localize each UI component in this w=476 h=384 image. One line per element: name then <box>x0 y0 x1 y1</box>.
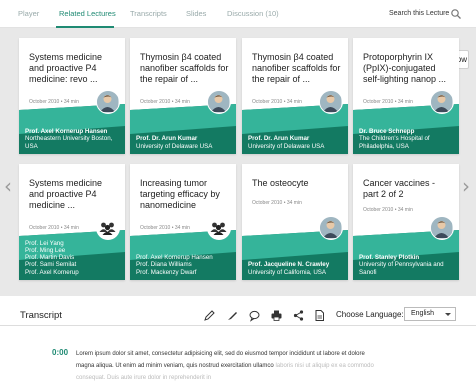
speaker-affiliation: University of Delaware USA <box>136 142 213 150</box>
lecture-card[interactable]: Thymosin β4 coated nanofiber scaffolds f… <box>130 38 236 154</box>
tab-transcripts[interactable]: Transcripts <box>130 9 167 18</box>
speaker-name[interactable]: Prof. Stanley Plotkin <box>359 254 455 261</box>
lecture-duration: 34 min <box>286 200 302 206</box>
share-icon[interactable] <box>292 309 305 322</box>
speaker-name[interactable]: Prof. Axel Kornerup Hansen <box>136 254 232 261</box>
highlighter-icon[interactable] <box>226 309 239 322</box>
tab-player[interactable]: Player <box>18 9 39 18</box>
next-arrow[interactable]: › <box>462 176 470 196</box>
speaker-list: Prof. Axel Kornerup Hansen Prof. Diana Wi… <box>136 254 232 276</box>
tab-discussion[interactable]: Discussion (10) <box>227 9 279 18</box>
top-tab-bar: Player Related Lectures Transcripts Slid… <box>0 0 476 28</box>
lecture-card[interactable]: The osteocyte October 2010 • 34 min Prof. … <box>242 164 348 280</box>
speaker-name[interactable]: Prof. Martin Davis <box>25 254 121 261</box>
speaker-list: Prof. Dr. Arun Kumar University of Delawa… <box>248 135 344 150</box>
transcript-body: 0:00 Lorem ipsum dolor sit amet, consect… <box>0 326 476 381</box>
group-icon <box>207 216 231 240</box>
speaker-name[interactable]: Dr. Bruce Schnepp <box>359 128 455 135</box>
transcript-timestamp[interactable]: 0:00 <box>52 348 68 357</box>
lecture-date: October 2010 <box>252 200 283 206</box>
speaker-list: Prof. Lei Yang Prof. Ming Lee Prof. Martin… <box>25 240 121 276</box>
speaker-list: Prof. Stanley Plotkin University of Penns… <box>359 254 455 276</box>
lecture-card[interactable]: Cancer vaccines - part 2 of 2 October 201… <box>353 164 459 280</box>
chevron-down-icon <box>445 313 451 316</box>
speaker-name[interactable]: Prof. Axel Kornerup Hansen <box>25 128 121 135</box>
lecture-card[interactable]: Systems medicine and proactive P4 medici… <box>19 38 125 154</box>
document-icon[interactable] <box>313 309 326 322</box>
lecture-card[interactable]: Systems medicine and proactive P4 medici… <box>19 164 125 280</box>
lecture-title[interactable]: Systems medicine and proactive P4 medici… <box>29 178 119 211</box>
speaker-name[interactable]: Prof. Dr. Arun Kumar <box>136 135 232 142</box>
speaker-name[interactable]: Prof. Diana Williams <box>136 261 232 268</box>
lecture-title[interactable]: Thymosin β4 coated nanofiber scaffolds f… <box>140 52 230 85</box>
print-icon[interactable] <box>270 309 283 322</box>
lecture-title[interactable]: Cancer vaccines - part 2 of 2 <box>363 178 453 200</box>
speaker-list: Prof. Jacqueline N. Crawley University of… <box>248 261 344 276</box>
lecture-meta: October 2010 • 34 min <box>252 200 302 206</box>
transcript-toolbar: Transcript Choose Language: English <box>0 296 476 326</box>
lecture-title[interactable]: Thymosin β4 coated nanofiber scaffolds f… <box>252 52 342 85</box>
speaker-name[interactable]: Prof. Axel Kornerup <box>25 269 121 276</box>
speaker-affiliation: University of California, USA <box>248 268 327 276</box>
speaker-affiliation: The Children's Hospital of Philadelphia,… <box>359 135 430 150</box>
speaker-avatar <box>319 216 343 240</box>
lecture-date: October 2010 <box>363 207 394 213</box>
speaker-list: Dr. Bruce Schnepp The Children's Hospital… <box>359 128 455 150</box>
language-select[interactable]: English <box>404 307 456 321</box>
tab-related-lectures[interactable]: Related Lectures <box>59 9 116 18</box>
lecture-title[interactable]: Protoporphyrin IX (PpIX)-conjugated self… <box>363 52 453 85</box>
language-select-value: English <box>411 310 434 317</box>
speaker-affiliation: Northeastern University Boston, USA <box>25 135 113 150</box>
speaker-list: Prof. Axel Kornerup Hansen Northeastern U… <box>25 128 121 150</box>
group-icon <box>96 216 120 240</box>
search-lecture-label[interactable]: Search this Lecture <box>389 10 449 17</box>
search-icon[interactable] <box>450 8 462 20</box>
speaker-name[interactable]: Prof. Lei Yang <box>25 240 121 247</box>
lecture-duration: 34 min <box>397 207 413 213</box>
lecture-title[interactable]: The osteocyte <box>252 178 342 189</box>
transcript-title: Transcript <box>20 310 62 321</box>
previous-arrow[interactable]: ‹ <box>4 176 12 196</box>
speaker-avatar <box>430 90 454 114</box>
comment-icon[interactable] <box>248 309 261 322</box>
pencil-icon[interactable] <box>203 309 216 322</box>
speaker-avatar <box>96 90 120 114</box>
lecture-card[interactable]: Protoporphyrin IX (PpIX)-conjugated self… <box>353 38 459 154</box>
related-lectures-panel: Show ‹ › Systems medicine and proactive … <box>0 28 476 296</box>
speaker-name[interactable]: Prof. Jacqueline N. Crawley <box>248 261 344 268</box>
speaker-affiliation: University of Pennsylvania and Sanofi <box>359 261 444 276</box>
speaker-name[interactable]: Prof. Dr. Arun Kumar <box>248 135 344 142</box>
lecture-title[interactable]: Increasing tumor targeting efficacy by n… <box>140 178 230 211</box>
lecture-title[interactable]: Systems medicine and proactive P4 medici… <box>29 52 119 85</box>
speaker-avatar <box>430 216 454 240</box>
speaker-avatar <box>207 90 231 114</box>
lecture-card[interactable]: Increasing tumor targeting efficacy by n… <box>130 164 236 280</box>
speaker-list: Prof. Dr. Arun Kumar University of Delawa… <box>136 135 232 150</box>
tab-slides[interactable]: Slides <box>186 9 206 18</box>
speaker-name[interactable]: Prof. Sami Semilat <box>25 261 121 268</box>
speaker-name[interactable]: Prof. Mackenzy Dwarf <box>136 269 232 276</box>
lecture-meta: October 2010 • 34 min <box>363 207 413 213</box>
choose-language-label: Choose Language: <box>336 310 404 319</box>
speaker-avatar <box>319 90 343 114</box>
speaker-affiliation: University of Delaware USA <box>248 142 325 150</box>
transcript-text: Lorem ipsum dolor sit amet, consectetur … <box>76 348 376 384</box>
speaker-name[interactable]: Prof. Ming Lee <box>25 247 121 254</box>
lecture-card[interactable]: Thymosin β4 coated nanofiber scaffolds f… <box>242 38 348 154</box>
